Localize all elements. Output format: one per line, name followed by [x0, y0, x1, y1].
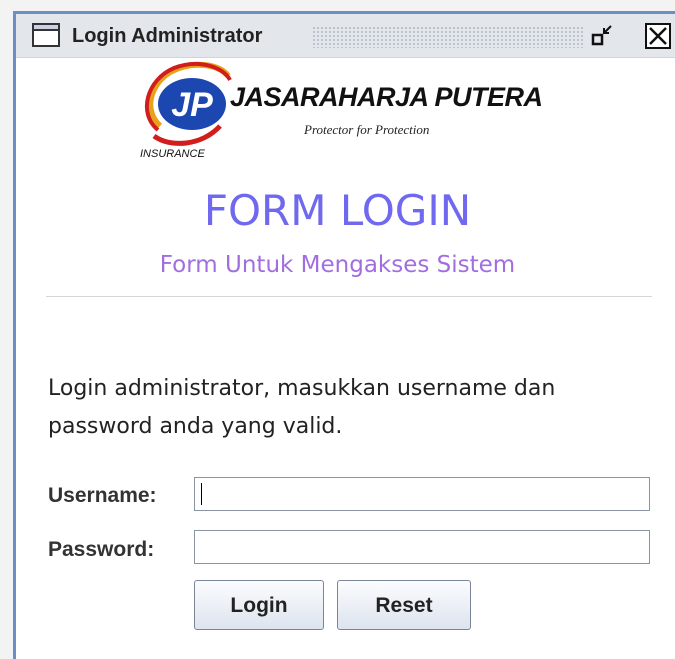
- brand-tagline: Protector for Protection: [304, 122, 430, 137]
- intro-text: Login administrator, masukkan username d…: [48, 376, 556, 439]
- username-label: Username:: [48, 484, 157, 507]
- titlebar-grip: [312, 26, 584, 48]
- form-title: FORM LOGIN: [203, 186, 472, 235]
- window-titlebar[interactable]: Login Administrator: [16, 14, 675, 58]
- logo-mark-text: JP: [171, 86, 213, 124]
- close-icon[interactable]: [644, 22, 672, 50]
- restore-icon[interactable]: [588, 22, 616, 50]
- username-input[interactable]: [194, 477, 650, 511]
- jp-logo-icon: JP: [144, 61, 232, 146]
- divider: [46, 296, 652, 297]
- reset-button[interactable]: Reset: [337, 580, 471, 630]
- password-input[interactable]: [194, 530, 650, 564]
- password-label: Password:: [48, 538, 155, 561]
- brand-name: JASARAHARJA PUTERA: [230, 82, 543, 112]
- form-subtitle: Form Untuk Mengakses Sistem: [159, 252, 516, 278]
- window-icon: [32, 23, 60, 47]
- login-button[interactable]: Login: [194, 580, 324, 630]
- company-logo: JP JASARAHARJA PUTERA Protector for Prot…: [140, 56, 543, 166]
- text-caret: [201, 483, 202, 505]
- insurance-text: INSURANCE: [140, 148, 205, 160]
- window-title: Login Administrator: [72, 25, 263, 47]
